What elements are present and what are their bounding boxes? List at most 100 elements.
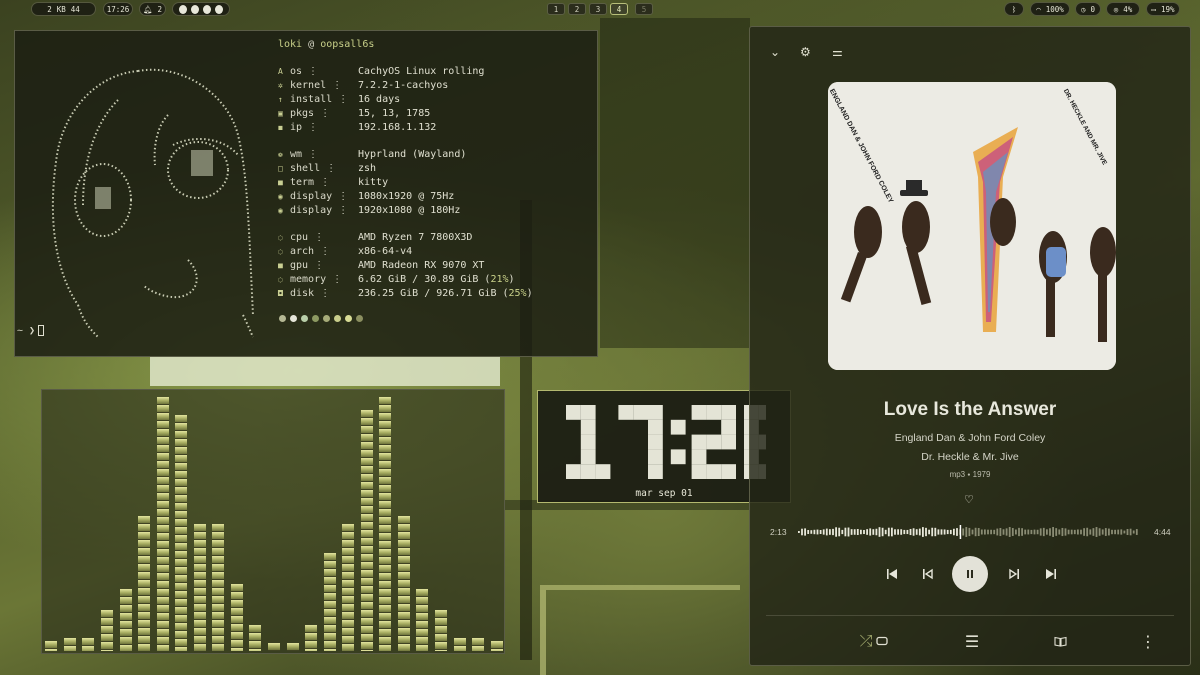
queue-icon[interactable]: ☰ [962, 632, 982, 651]
palette-dot [290, 315, 297, 322]
album-art [828, 82, 1116, 370]
album-cover: ENGLAND DAN & JOHN FORD COLEY DR. HECKLE… [828, 82, 1116, 370]
play-pause-button[interactable] [952, 556, 988, 592]
workspace-3[interactable]: 3 [589, 3, 607, 15]
install-icon: ↑ [278, 95, 283, 104]
more-vertical-icon[interactable]: ⋮ [1138, 632, 1158, 651]
visualizer-bar [156, 397, 169, 651]
info-row-term: ■ term ⋮ kitty [278, 176, 388, 189]
bluetooth-pill[interactable]: ᛒ [1004, 2, 1024, 16]
gear-icon[interactable]: ⚙ [800, 45, 811, 59]
disk-close: ) [526, 288, 533, 299]
volume-value: 100% [1045, 4, 1064, 14]
time-pill[interactable]: 17:26 [103, 2, 133, 16]
display-icon: ◉ [278, 206, 283, 215]
drive-icon: ▭ [1151, 4, 1156, 14]
previous-icon[interactable] [918, 565, 938, 583]
visualizer-bar [472, 638, 485, 651]
info-key: display ⋮ [290, 191, 349, 202]
repeat-icon[interactable] [872, 633, 892, 649]
heart-icon[interactable]: ♡ [964, 493, 974, 506]
logo-icon[interactable] [179, 4, 187, 14]
audio-visualizer [41, 389, 505, 654]
idle-pill[interactable]: ◷ 0 [1075, 2, 1101, 16]
network-speed-pill[interactable]: 2 KB 44 [31, 2, 96, 16]
total-time: 4:44 [1154, 527, 1171, 537]
terminal-icon: ■ [278, 178, 283, 187]
info-value: 192.168.1.132 [358, 122, 437, 133]
info-row-display-2: ◉ display ⋮ 1920x1080 @ 180Hz [278, 204, 460, 217]
visualizer-bar [100, 610, 113, 651]
info-value: zsh [358, 163, 377, 174]
wm-icon: ❁ [278, 150, 283, 159]
info-key: os ⋮ [290, 66, 319, 77]
idle-value: 0 [1090, 4, 1096, 14]
info-row-ip: ◼ ip ⋮ 192.168.1.132 [278, 121, 436, 134]
storage-value: 19% [1160, 4, 1175, 14]
lyrics-book-icon[interactable] [1050, 633, 1070, 649]
info-row-arch: ◌ arch ⋮ x86-64-v4 [278, 245, 412, 258]
palette-dot [279, 315, 286, 322]
track-album[interactable]: Dr. Heckle & Mr. Jive [750, 451, 1190, 463]
info-value: 1080x1920 @ 75Hz [358, 191, 455, 202]
equalizer-icon[interactable]: ⚌ [832, 45, 843, 59]
info-key: cpu ⋮ [290, 232, 325, 243]
palette-dot [356, 315, 363, 322]
workspace-1[interactable]: 1 [547, 3, 565, 15]
discord-icon[interactable] [203, 4, 211, 14]
workspace-5[interactable]: 5 [635, 3, 653, 15]
palette-dot [312, 315, 319, 322]
track-artist[interactable]: England Dan & John Ford Coley [750, 432, 1190, 444]
steam-icon[interactable] [215, 4, 223, 14]
palette-dot [345, 315, 352, 322]
info-row-disk: ◘ disk ⋮ 236.25 GiB / 926.71 GiB (25%) [278, 287, 533, 300]
arch-icon[interactable] [191, 4, 199, 14]
ascii-art-logo [51, 68, 254, 338]
skip-end-icon[interactable] [1041, 565, 1061, 583]
chevron-down-icon[interactable]: ⌄ [770, 45, 780, 59]
workspace-2[interactable]: 2 [568, 3, 586, 15]
info-key: pkgs ⋮ [290, 108, 331, 119]
visualizer-bar [63, 638, 76, 651]
visualizer-bar [175, 415, 188, 651]
at-sign: @ [308, 39, 315, 50]
info-key: ip ⋮ [290, 122, 319, 133]
visualizer-bar [453, 638, 466, 651]
track-meta: mp3 ● 1979 [750, 470, 1190, 479]
username: loki [278, 39, 303, 50]
info-key: term ⋮ [290, 177, 331, 188]
cpu-value: 4% [1123, 4, 1133, 14]
music-player: ⌄ ⚙ ⚌ ENGLAND DAN & JOHN FORD COLEY DR. … [749, 26, 1191, 666]
info-row-memory: ◌ memory ⋮ 6.62 GiB / 30.89 GiB (21%) [278, 273, 515, 286]
palette-dot [301, 315, 308, 322]
visualizer-bar [435, 610, 448, 651]
info-value: 1920x1080 @ 180Hz [358, 205, 461, 216]
visualizer-bar [490, 641, 503, 651]
info-value: x86-64-v4 [358, 246, 413, 257]
clock-digits [566, 405, 766, 479]
storage-pill[interactable]: ▭ 19% [1146, 2, 1180, 16]
info-row-cpu: ◌ cpu ⋮ AMD Ryzen 7 7800X3D [278, 231, 472, 244]
info-row-pkgs: ▣ pkgs ⋮ 15, 13, 1785 [278, 107, 430, 120]
display-icon: ◉ [278, 192, 283, 201]
notifications-pill[interactable]: 🔔︎ 2 [139, 2, 166, 16]
disk-percent: 25% [508, 288, 527, 299]
kernel-icon: ✲ [278, 81, 283, 90]
info-value: 7.2.2-1-cachyos [358, 80, 449, 91]
visualizer-bar [45, 641, 58, 651]
seek-waveform[interactable] [798, 525, 1142, 539]
network-value: 2 [47, 4, 52, 14]
terminal-window[interactable]: loki @ oopsall6s A os ⋮ CachyOS Linux ro… [14, 30, 598, 357]
bell-icon: 🔔︎ [142, 4, 153, 14]
memory-close: ) [508, 274, 515, 285]
cpu-pill[interactable]: ◎ 4% [1106, 2, 1140, 16]
shell-prompt[interactable]: ~ ❯ [17, 325, 45, 337]
visualizer-bar [379, 397, 392, 651]
volume-pill[interactable]: ◠ 100% [1030, 2, 1070, 16]
skip-start-icon[interactable] [882, 565, 902, 583]
visualizer-bar [138, 516, 151, 651]
os-icon: A [278, 67, 283, 76]
info-row-display-1: ◉ display ⋮ 1080x1920 @ 75Hz [278, 190, 454, 203]
workspace-4[interactable]: 4 [610, 3, 628, 15]
next-icon[interactable] [1004, 565, 1024, 583]
